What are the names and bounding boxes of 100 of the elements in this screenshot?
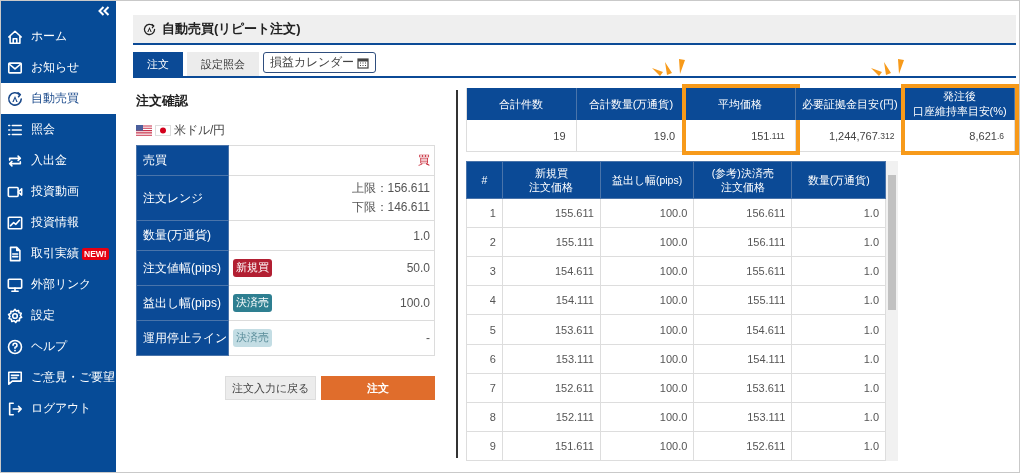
table-cell: 8	[466, 402, 503, 432]
summary-value: 19.0	[576, 120, 687, 151]
column-header: 数量(万通貨)	[791, 161, 886, 199]
table-cell: 153.111	[693, 402, 792, 432]
table-cell: 154.611	[693, 315, 792, 345]
row-label: 運用停止ライン	[136, 320, 229, 356]
table-cell: 156.611	[693, 198, 792, 228]
sidebar-item[interactable]: 投資情報	[1, 207, 116, 238]
row-label: 数量(万通貨)	[136, 220, 229, 251]
sidebar-item[interactable]: ヘルプ	[1, 331, 116, 362]
table-cell: 156.111	[693, 227, 792, 257]
table-cell: 100.0	[600, 373, 694, 403]
table-cell: 154.111	[693, 344, 792, 374]
new-badge: NEW!	[82, 247, 109, 260]
table-cell: 153.611	[693, 373, 792, 403]
table-cell: 1.0	[791, 373, 886, 403]
sidebar-item[interactable]: ホーム	[1, 21, 116, 52]
table-cell: 4	[466, 285, 503, 315]
table-cell: 1	[466, 198, 503, 228]
tab[interactable]: 注文	[133, 52, 183, 76]
table-cell: 152.111	[502, 402, 601, 432]
sidebar-item[interactable]: ご意見・ご要望	[1, 362, 116, 393]
table-cell: 100.0	[600, 402, 694, 432]
currency-pair: 米ドル/円	[174, 122, 226, 139]
column-header: (参考)決済売	[710, 165, 775, 181]
table-cell: 151.611	[502, 431, 601, 461]
document-icon	[7, 245, 23, 262]
sidebar-item[interactable]: 自動売買	[1, 83, 116, 114]
section-heading: 注文確認	[136, 92, 189, 110]
table-cell: 155.611	[502, 198, 601, 228]
table-cell: 154.111	[502, 285, 601, 315]
sidebar-item[interactable]: 照会	[1, 114, 116, 145]
sidebar-item[interactable]: 外部リンク	[1, 269, 116, 300]
back-button[interactable]: 注文入力に戻る	[225, 376, 316, 400]
table-cell: 152.611	[502, 373, 601, 403]
column-header: 発注後	[943, 89, 977, 104]
column-header: 注文価格	[528, 180, 575, 195]
table-cell: 154.611	[502, 256, 601, 286]
table-cell: 1.0	[791, 344, 886, 374]
row-value: -	[426, 331, 430, 345]
table-cell: 100.0	[600, 285, 694, 315]
table-cell: 5	[466, 315, 503, 345]
table-cell: 155.111	[502, 227, 601, 257]
row-label: 益出し幅(pips)	[136, 285, 229, 321]
table-cell: 1.0	[791, 285, 886, 315]
summary-value: 19	[467, 120, 577, 151]
table-cell: 155.111	[693, 285, 792, 315]
column-header: 新規買	[533, 165, 569, 181]
table-cell: 6	[466, 344, 503, 374]
home-icon	[7, 28, 23, 45]
mail-icon	[7, 59, 23, 76]
table-cell: 100.0	[600, 315, 694, 345]
table-cell: 153.611	[502, 315, 601, 345]
column-header: 益出し幅(pips)	[600, 161, 694, 199]
summary-value: 8,621.6	[905, 120, 1015, 151]
sidebar-item[interactable]: お知らせ	[1, 52, 116, 83]
summary-value: 151.111	[686, 120, 796, 151]
table-cell: 2	[466, 227, 503, 257]
scrollbar[interactable]	[886, 161, 898, 461]
table-cell: 1.0	[791, 315, 886, 345]
sidebar-item[interactable]: 入出金	[1, 145, 116, 176]
order-type-badge: 決済売	[233, 294, 272, 312]
calendar-button[interactable]: 損益カレンダー	[263, 52, 376, 73]
japan-flag-icon	[155, 125, 171, 136]
auto-trade-icon	[143, 22, 156, 36]
table-cell: 100.0	[600, 431, 694, 461]
table-cell: 155.611	[693, 256, 792, 286]
row-label: 注文値幅(pips)	[136, 250, 229, 286]
sidebar-item[interactable]: 取引実績 NEW!	[1, 238, 116, 269]
row-value: 下限：146.611	[351, 199, 430, 216]
table-cell: 1.0	[791, 227, 886, 257]
column-header: 注文価格	[719, 180, 766, 195]
row-label: 売買	[136, 145, 229, 176]
logout-icon	[7, 400, 23, 417]
sidebar-item[interactable]: ログアウト	[1, 393, 116, 424]
column-header: 口座維持率目安(%)	[912, 104, 1007, 119]
collapse-icon[interactable]	[98, 6, 110, 16]
order-type-badge: 決済売	[233, 329, 272, 347]
table-cell: 3	[466, 256, 503, 286]
settings-icon	[7, 307, 23, 324]
table-cell: 7	[466, 373, 503, 403]
table-cell: 152.611	[693, 431, 792, 461]
transfer-icon	[7, 152, 23, 169]
column-header: #	[466, 161, 503, 199]
sidebar-item[interactable]: 設定	[1, 300, 116, 331]
table-cell: 153.111	[502, 344, 601, 374]
column-header: 平均価格	[686, 88, 796, 120]
order-type-badge: 新規買	[233, 259, 272, 277]
table-cell: 1.0	[791, 256, 886, 286]
row-label: 注文レンジ	[136, 175, 229, 221]
table-cell: 100.0	[600, 227, 694, 257]
speech-bubble-icon	[7, 369, 23, 386]
us-flag-icon	[136, 125, 152, 136]
tab[interactable]: 設定照会	[187, 52, 259, 76]
calendar-icon	[357, 56, 369, 69]
table-cell: 100.0	[600, 198, 694, 228]
page-title: 自動売買(リピート注文)	[162, 20, 301, 38]
chart-icon	[7, 214, 23, 231]
summary-value: 1,244,767.312	[795, 120, 906, 151]
sidebar-item[interactable]: 投資動画	[1, 176, 116, 207]
